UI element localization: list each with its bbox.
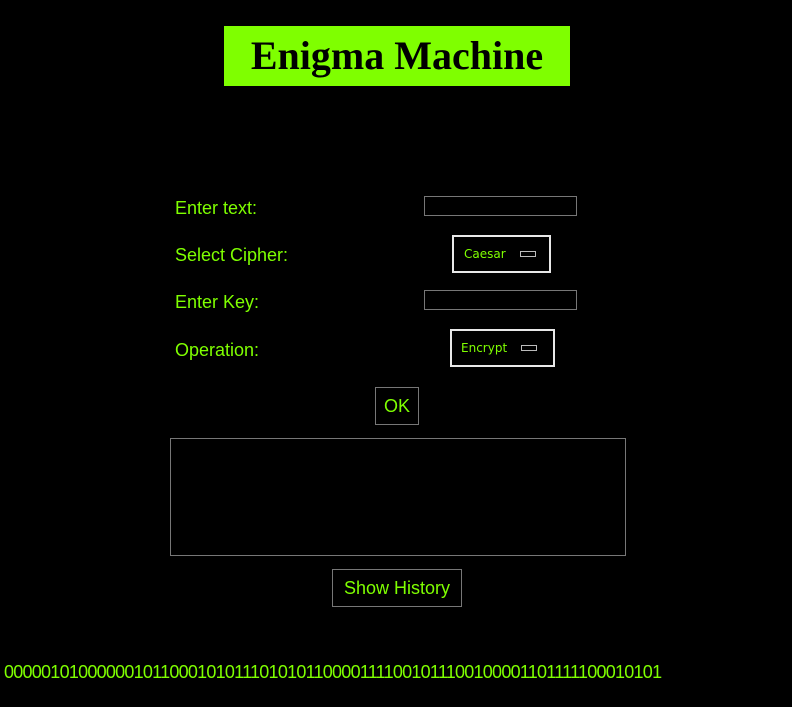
operation-select-value: Encrypt [461,341,508,355]
text-input[interactable] [424,196,577,216]
select-cipher-label: Select Cipher: [175,245,289,265]
cipher-select[interactable]: Caesar [452,235,551,273]
option-indicator-icon [521,345,538,351]
option-indicator-icon [519,251,536,257]
show-history-button[interactable]: Show History [332,569,462,607]
ok-button[interactable]: OK [375,387,419,425]
operation-select[interactable]: Encrypt [450,329,555,367]
binary-ticker: 0000010100000010110001010111010101100001… [4,662,662,682]
cipher-select-value: Caesar [464,247,506,261]
enter-text-label: Enter text: [175,198,258,218]
key-input[interactable] [424,290,577,310]
app-title: Enigma Machine [224,26,570,86]
operation-label: Operation: [175,340,260,360]
output-text-area[interactable] [170,438,626,556]
enter-key-label: Enter Key: [175,292,260,312]
